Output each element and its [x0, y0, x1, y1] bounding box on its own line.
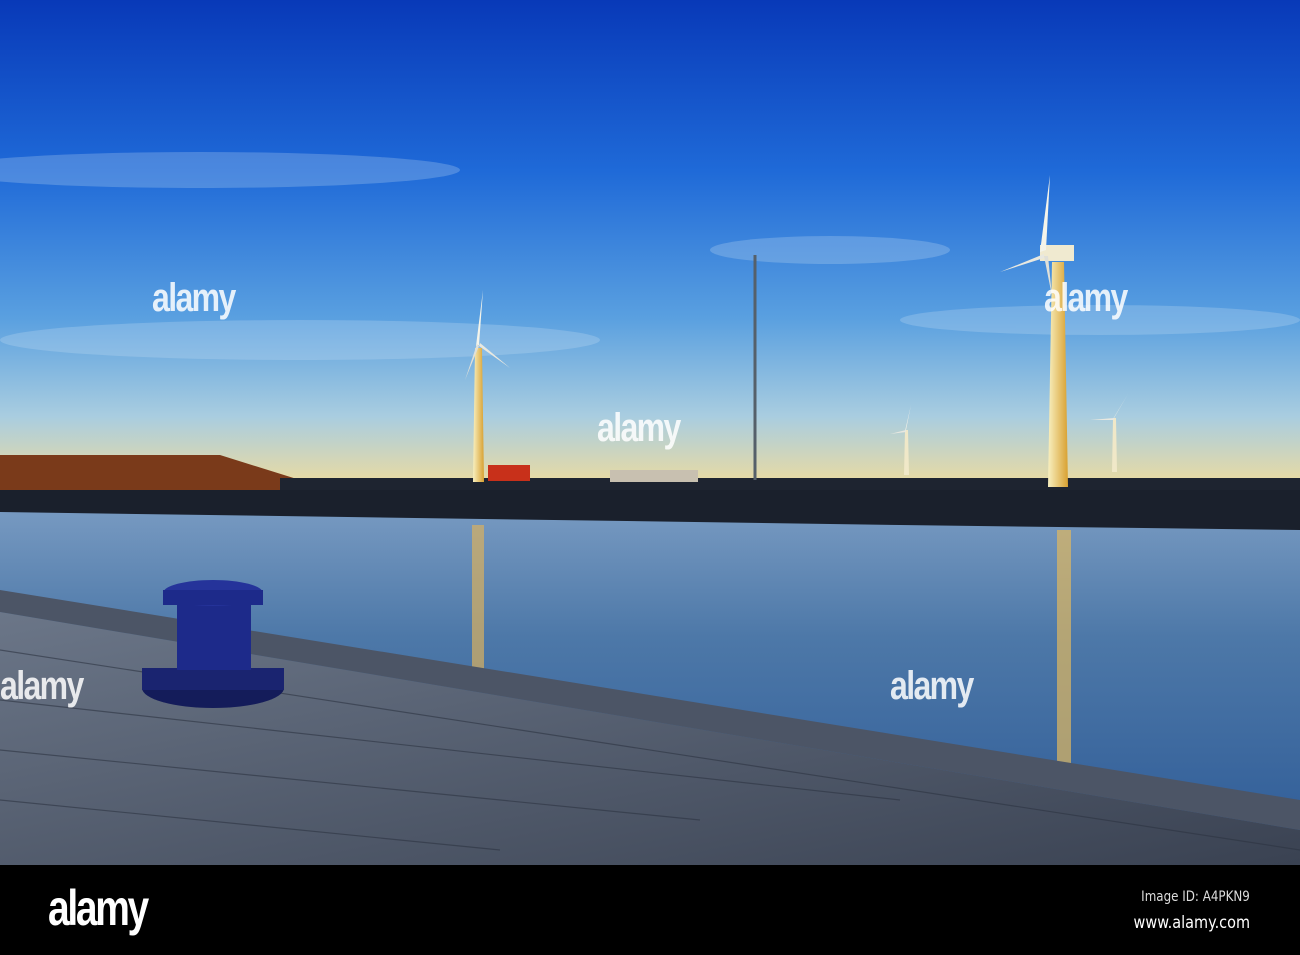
stock-photo-page: alamy alamy alamy alamy alamy alamy Imag…: [0, 0, 1300, 955]
alamy-logo[interactable]: alamy: [48, 879, 149, 937]
grey-building: [610, 470, 698, 482]
watermark: alamy: [1044, 276, 1128, 320]
red-building: [488, 465, 530, 481]
footer-bar: alamy Image ID: A4PKN9 www.alamy.com: [0, 865, 1300, 955]
watermark: alamy: [0, 664, 84, 708]
site-url[interactable]: www.alamy.com: [1134, 913, 1250, 933]
watermark: alamy: [597, 406, 681, 450]
image-id: Image ID: A4PKN9: [1141, 889, 1250, 905]
far-quay: [280, 478, 1300, 492]
watermark: alamy: [152, 276, 236, 320]
watermark: alamy: [890, 664, 974, 708]
